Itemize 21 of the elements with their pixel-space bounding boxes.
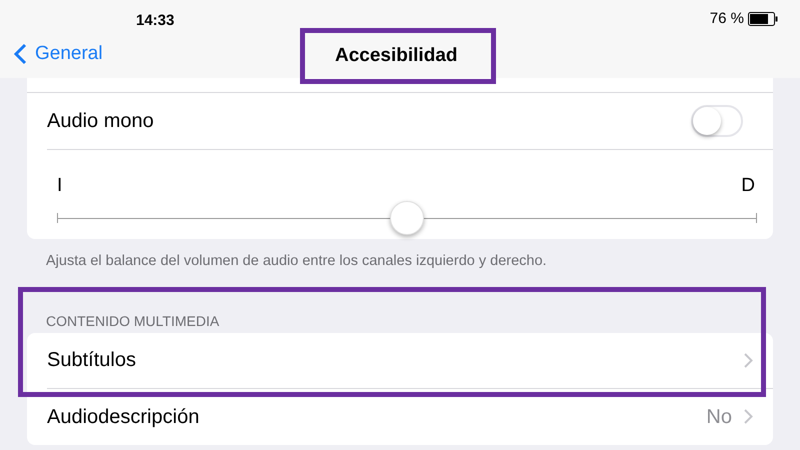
status-time: 14:33 (136, 11, 174, 31)
row-label: Audio mono (47, 109, 154, 134)
battery-percent: 76 % (710, 9, 744, 29)
left-label: I (57, 174, 62, 198)
chevron-icon (744, 409, 753, 424)
battery-icon (748, 12, 778, 26)
balance-slider[interactable] (57, 200, 757, 236)
back-chevron-icon (14, 43, 27, 66)
row-label: Subtítulos (47, 348, 136, 374)
footer-note: Ajusta el balance del volumen de audio entre los canales izquierdo y derecho. (46, 252, 548, 271)
row-label: Audiodescripción (47, 404, 200, 430)
row-value: No (706, 404, 732, 430)
settings-row[interactable]: Audiodescripción No (47, 388, 773, 445)
slider-thumb[interactable] (390, 200, 424, 234)
right-label: D (741, 174, 755, 198)
settings-row[interactable]: Subtítulos (47, 332, 773, 389)
toggle-switch[interactable] (691, 105, 743, 137)
nav-title: Accesibilidad (335, 44, 458, 68)
back-button[interactable]: General (14, 40, 103, 68)
chevron-icon (744, 352, 753, 368)
section-header: CONTENIDO MULTIMEDIA (46, 312, 220, 331)
